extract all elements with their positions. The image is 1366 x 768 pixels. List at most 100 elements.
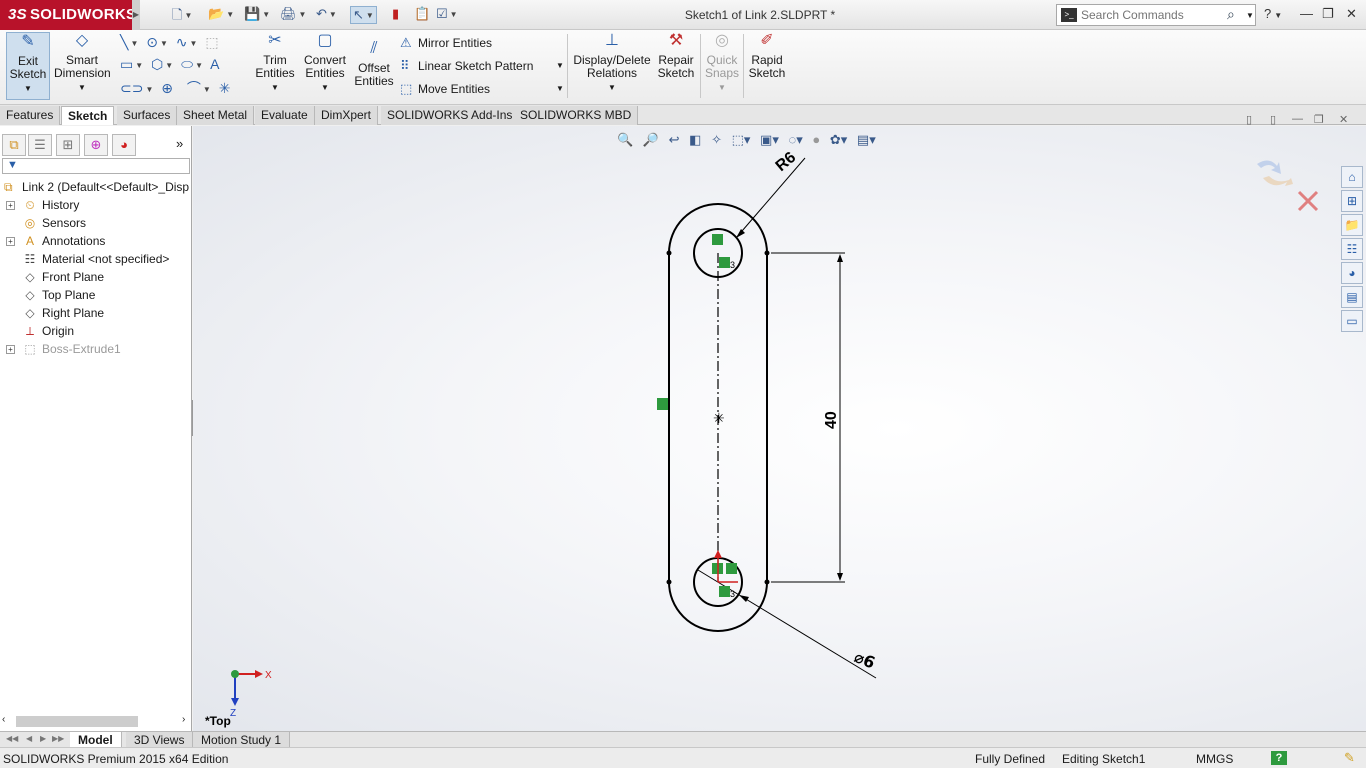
tab-model[interactable]: Model [70,732,122,748]
tab-sheet-metal[interactable]: Sheet Metal [177,106,255,125]
chevron-down-icon[interactable]: ▼ [556,61,564,70]
offset-entities-button[interactable]: ⫽ Offset Entities [352,40,396,88]
line-tool-icon[interactable]: ╲ [120,34,128,50]
resources-icon[interactable]: ⊞ [1341,190,1363,212]
zoom-to-area-icon[interactable]: 🔎 [643,132,659,147]
tree-filter[interactable]: ▼ [2,158,190,174]
dynamic-annotation-icon[interactable]: ✧ [711,132,722,147]
expand-toggle-icon[interactable]: + [6,237,15,246]
view-orientation-icon[interactable]: ⬚▾ [732,132,751,147]
tab-features[interactable]: Features [0,106,61,125]
chevron-down-icon[interactable]: ▼ [1246,11,1254,20]
relation-glyph-equal[interactable] [719,257,730,268]
display-manager-tab-icon[interactable]: ◕ [112,134,136,156]
tree-root[interactable]: ⧉ Link 2 (Default<<Default>_Disp [0,178,192,196]
tab-evaluate[interactable]: Evaluate [255,106,315,125]
dimension-length[interactable]: 40 [823,411,840,429]
edit-appearance-icon[interactable]: ● [812,132,820,147]
linear-sketch-pattern-button[interactable]: ⠿ Linear Sketch Pattern [400,58,533,74]
chevron-down-icon[interactable]: ▼ [556,84,564,93]
appearances-icon[interactable]: ◕ [1341,262,1363,284]
chevron-down-icon[interactable]: ▼ [130,39,138,48]
chevron-down-icon[interactable]: ▼ [160,39,168,48]
section-view-icon[interactable]: ◧ [689,132,701,147]
restore-button[interactable]: ❐ [1322,6,1334,22]
help-button[interactable]: ? ▼ [1264,6,1282,21]
undo-button[interactable]: ↶ ▼ [316,6,337,24]
options-button[interactable]: ☑ ▼ [436,6,458,24]
search-input[interactable] [1081,7,1231,23]
hide-show-items-icon[interactable]: ◌▾ [788,132,802,147]
rebuild-indicator-icon[interactable]: ✎ [1344,750,1355,766]
tab-surfaces[interactable]: Surfaces [117,106,178,125]
rectangle-tool-icon[interactable]: ▭ [120,56,133,72]
dimension-radius[interactable]: R6 [773,149,800,175]
horizontal-scrollbar[interactable]: ‹ › [2,714,190,728]
sketch-point[interactable] [764,250,770,256]
solidworks-logo[interactable]: 3S SOLIDWORKS [0,0,136,30]
select-button[interactable]: ↖ ▼ [350,6,377,24]
tile-icon[interactable]: ▯ [1246,113,1252,126]
cancel-sketch-icon[interactable] [1297,190,1319,212]
doc-close-icon[interactable]: ✕ [1339,113,1348,126]
smart-dimension-button[interactable]: ◇ Smart Dimension ▼ [54,32,111,94]
trim-entities-button[interactable]: ✂ Trim Entities ▼ [252,32,298,94]
polygon-tool-icon[interactable]: ⬡ [151,56,163,72]
text-tool-icon[interactable]: A [210,56,219,72]
tree-item-history[interactable]: + ⏲ History [0,196,192,214]
tree-item-annotations[interactable]: + A Annotations [0,232,192,250]
forum-icon[interactable]: ▭ [1341,310,1363,332]
next-tab-icon[interactable]: ▶ [40,734,46,743]
fillet-tool-icon[interactable]: ⌒ [187,80,201,96]
scroll-left-icon[interactable]: ‹ [2,714,5,725]
open-document-button[interactable]: 📂 ▼ [208,6,234,24]
file-explorer-icon[interactable]: ☷ [1341,238,1363,260]
tab-motion-study-1[interactable]: Motion Study 1 [193,732,291,748]
relation-glyph-vertical[interactable] [657,398,668,410]
save-button[interactable]: 💾 ▼ [244,6,270,24]
tree-item-front-plane[interactable]: ◇ Front Plane [0,268,192,286]
rebuild-confirm-icon[interactable] [1263,176,1293,186]
units-selector[interactable]: MMGS [1196,752,1233,766]
chevron-down-icon[interactable]: ▼ [135,61,143,70]
zoom-to-fit-icon[interactable]: 🔍 [617,132,633,147]
slot-tool-icon[interactable]: ⊂⊃ [120,80,143,96]
cascade-icon[interactable]: ▯ [1270,113,1276,126]
custom-properties-icon[interactable]: ▤ [1341,286,1363,308]
chevron-down-icon[interactable]: ▼ [190,39,198,48]
repair-sketch-button[interactable]: ⚒ Repair Sketch [656,32,696,80]
close-button[interactable]: ✕ [1346,6,1357,22]
move-entities-button[interactable]: ⬚ Move Entities [400,81,490,97]
home-icon[interactable]: ⌂ [1341,166,1363,188]
previous-tab-icon[interactable]: ◀ [26,734,32,743]
last-tab-icon[interactable]: ▶▶ [52,734,64,743]
rapid-sketch-button[interactable]: ✐ Rapid Sketch [746,32,788,80]
sketch-point[interactable] [666,579,672,585]
dimxpert-manager-tab-icon[interactable]: ⊕ [84,134,108,156]
new-document-button[interactable]: 🗋 ▼ [172,6,192,24]
spline-tool-icon[interactable]: ∿ [176,34,188,50]
rebuild-button[interactable]: ▮ [392,6,399,24]
graphics-area[interactable]: ✳ 40 R6 ⌀6 3 3 X Z 🔍 🔎 ↩ ◧ ✧ ⬚▾ ▣▾ ◌▾ ● … [193,126,1366,731]
expand-toggle-icon[interactable]: + [6,345,15,354]
scrollbar-thumb[interactable] [16,716,138,727]
expand-toggle-icon[interactable]: + [6,201,15,210]
chevron-down-icon[interactable]: ▼ [165,61,173,70]
configuration-manager-tab-icon[interactable]: ⊞ [56,134,80,156]
tree-item-boss-extrude1[interactable]: + ⬚ Boss-Extrude1 [0,340,192,358]
tree-item-origin[interactable]: ⟂ Origin [0,322,192,340]
property-manager-tab-icon[interactable]: ☰ [28,134,52,156]
dimension-diameter[interactable]: ⌀6 [852,647,878,672]
exit-sketch-button[interactable]: ✎ Exit Sketch ▼ [6,32,50,100]
feature-tree-tab-icon[interactable]: ⧉ [2,134,26,156]
tree-item-sensors[interactable]: ◎ Sensors [0,214,192,232]
tab-dimxpert[interactable]: DimXpert [315,106,379,125]
display-style-icon[interactable]: ▣▾ [760,132,779,147]
expand-panel-icon[interactable]: » [176,136,183,151]
doc-minimize-icon[interactable]: — [1292,113,1303,125]
sketch-canvas[interactable]: ✳ 40 R6 ⌀6 3 3 X Z [193,126,1366,731]
tab-3d-views[interactable]: 3D Views [126,732,194,748]
display-delete-relations-button[interactable]: ⊥ Display/Delete Relations ▼ [572,32,652,94]
chevron-down-icon[interactable]: ▼ [203,85,211,94]
construction-geometry-icon[interactable]: ⬚ [205,34,218,50]
